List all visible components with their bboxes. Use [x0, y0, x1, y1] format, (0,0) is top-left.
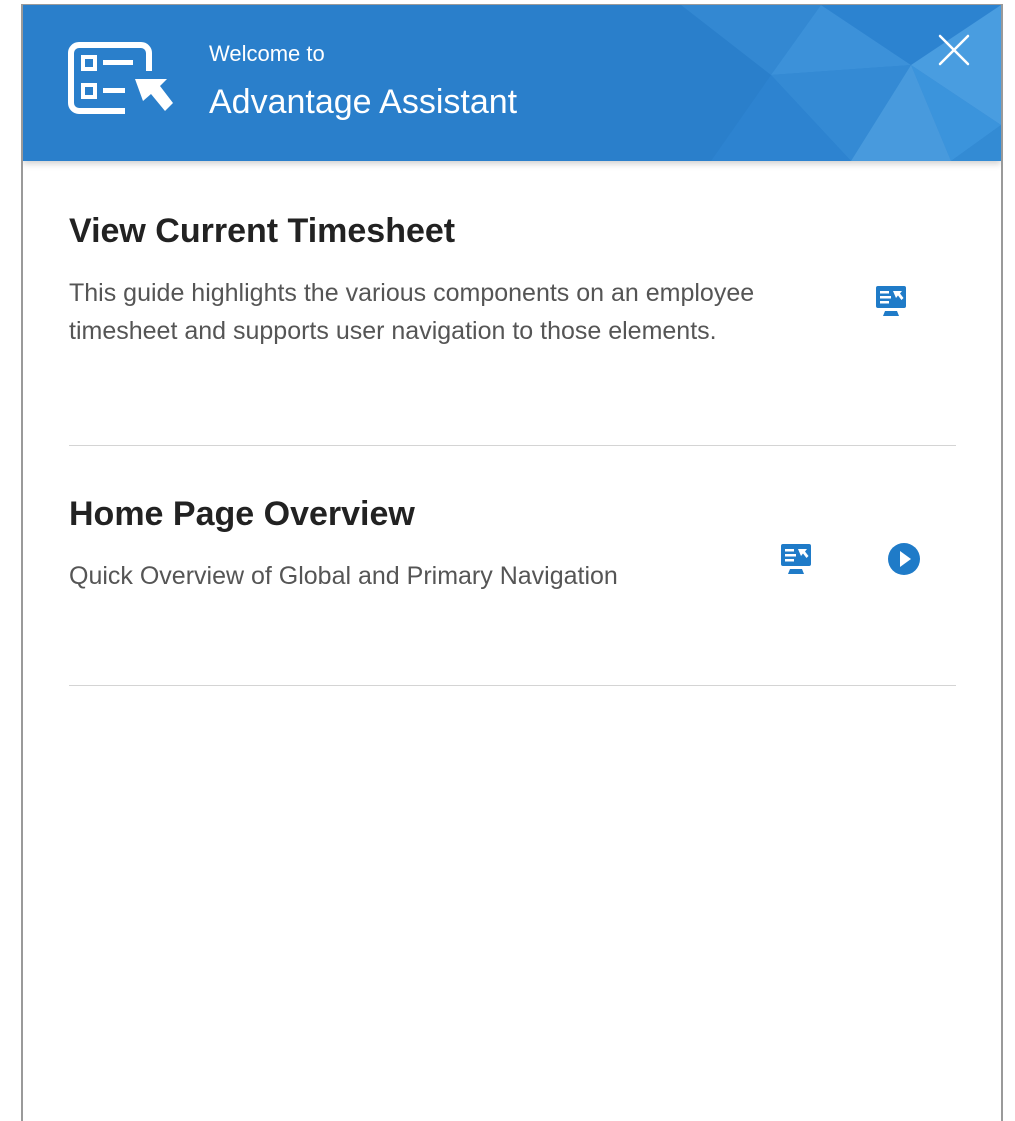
- header-polygon-pattern: [681, 5, 1001, 161]
- guide-description: Quick Overview of Global and Primary Nav…: [69, 562, 618, 590]
- header-kicker: Welcome to: [209, 41, 325, 66]
- guide-title[interactable]: Home Page Overview: [69, 494, 415, 534]
- close-icon[interactable]: [937, 33, 971, 67]
- guide-item[interactable]: Home Page Overview Quick Overview of Glo…: [69, 446, 956, 686]
- guide-item[interactable]: View Current Timesheet This guide highli…: [69, 161, 956, 446]
- guide-title[interactable]: View Current Timesheet: [69, 211, 455, 251]
- header-title: Advantage Assistant: [209, 83, 518, 121]
- guide-screen-icon[interactable]: [875, 284, 907, 318]
- assistant-panel: Welcome to Advantage Assistant View Curr…: [21, 4, 1003, 1121]
- guide-description: This guide highlights the various compon…: [69, 279, 755, 345]
- guide-screen-icon[interactable]: [780, 542, 812, 576]
- play-circle-icon[interactable]: [887, 542, 921, 576]
- assistant-header: Welcome to Advantage Assistant: [23, 5, 1001, 161]
- assistant-logo-icon: [68, 42, 173, 115]
